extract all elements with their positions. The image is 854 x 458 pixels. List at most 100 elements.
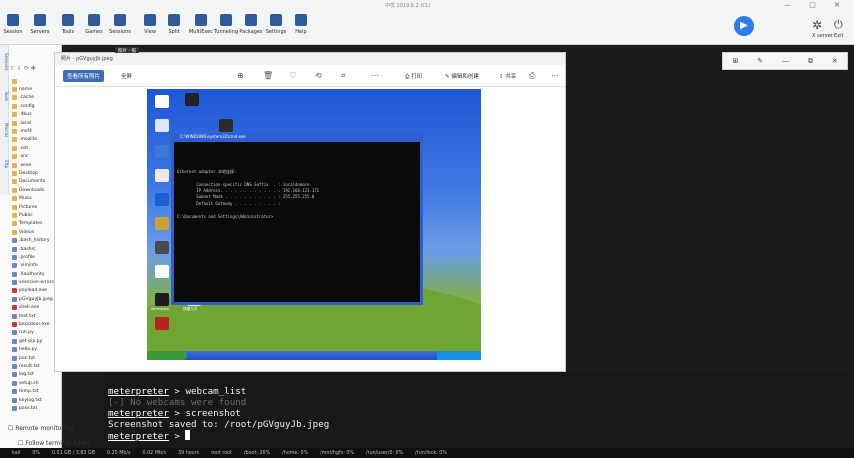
viewer-toolbar: 查看所有照片 全屏 ⊕ 🗑 ♡ ⟲ ⌗ ⋯ ⎙ 打印 ✎ 编辑和创建 ⇪ 共享 … xyxy=(55,65,565,87)
file-name: shell.exe xyxy=(19,305,40,311)
print-button[interactable]: ⎙ 打印 xyxy=(405,72,422,81)
xp-start-button[interactable] xyxy=(147,351,187,360)
terminal-command: > webcam_list xyxy=(168,386,247,397)
cmd-window: C:\WINDOWS\system32\cmd.exe Ethernet ada… xyxy=(171,133,423,305)
more-icon[interactable]: ⋯ xyxy=(371,71,379,80)
file-name: .dbus xyxy=(19,112,32,118)
desktop-icon-ie[interactable] xyxy=(155,193,169,206)
toolbar-button-label: Tools xyxy=(61,29,75,35)
toolbar-button-tools[interactable]: Tools xyxy=(55,14,81,35)
desktop-icon-ftp[interactable] xyxy=(155,317,169,330)
delete-icon[interactable]: 🗑 xyxy=(263,71,273,80)
tab-macros[interactable]: Macros xyxy=(0,119,9,141)
cmd-line: C:\Documents and Settings\Administrator> xyxy=(177,213,274,219)
file-icon xyxy=(12,246,17,252)
file-name: .cache xyxy=(19,95,35,101)
file-name: .vnc xyxy=(19,154,29,160)
file-list-item[interactable]: pass.txt xyxy=(12,404,62,412)
toolbar-button-settings[interactable]: Settings xyxy=(263,14,289,35)
desktop-icon-folder[interactable] xyxy=(155,217,169,230)
share-label: 共享 xyxy=(505,74,517,80)
tab-tools[interactable]: Tools xyxy=(0,85,9,107)
print-icon[interactable]: ⎙ xyxy=(529,71,535,81)
file-name: run.py xyxy=(19,330,34,336)
favorite-icon[interactable]: ♡ xyxy=(289,71,296,80)
terminal-prompt: meterpreter xyxy=(108,386,169,397)
file-list-item[interactable]: keylog.txt xyxy=(12,396,62,404)
toolbar-button-servers[interactable]: Servers xyxy=(27,14,53,35)
follow-terminal-folder-checkbox[interactable]: ☐ Follow terminal folder xyxy=(18,440,90,447)
desktop-icon-recycle[interactable] xyxy=(155,169,169,182)
desktop-icon-wireshark[interactable] xyxy=(155,293,169,306)
toolbar-button-tunneling[interactable]: Tunneling xyxy=(213,14,239,35)
desktop-icon-documents[interactable] xyxy=(155,95,169,108)
file-name: test.txt xyxy=(19,313,36,319)
desktop-icon-qq[interactable] xyxy=(185,93,199,106)
edit-icon[interactable]: ✎ xyxy=(757,57,763,65)
follow-terminal-folder-label: Follow terminal folder xyxy=(25,440,91,447)
toolbar-button-help[interactable]: Help xyxy=(288,14,314,35)
fullscreen-button[interactable]: 全屏 xyxy=(121,72,132,80)
file-icon xyxy=(12,263,17,269)
copy-icon[interactable]: ⧉ xyxy=(808,57,813,66)
zoom-icon[interactable]: ⊕ xyxy=(237,71,244,80)
file-name: poc.txt xyxy=(19,355,36,361)
folder-icon xyxy=(12,145,17,151)
toolbar-button-split[interactable]: Split xyxy=(161,14,187,35)
folder-icon xyxy=(12,212,17,218)
file-name: pGVguyJb.jpeg xyxy=(19,296,53,302)
tab-sftp[interactable]: Sftp xyxy=(0,153,9,175)
file-name: Documents xyxy=(19,179,46,185)
terminal[interactable]: meterpreter > webcam_list [-] No webcams … xyxy=(104,372,854,448)
tab-sessions[interactable]: Sessions xyxy=(0,51,9,73)
folder-icon xyxy=(12,196,17,202)
file-name: .local xyxy=(19,120,32,126)
xserver-icon[interactable]: ▶ xyxy=(734,16,754,36)
minus-icon[interactable]: — xyxy=(782,57,789,65)
toolbar-button-session[interactable]: Session xyxy=(0,14,26,35)
file-name: Pictures xyxy=(19,204,38,210)
window-controls[interactable]: — □ ✕ xyxy=(784,1,848,9)
crop-icon[interactable]: ⌗ xyxy=(341,71,346,81)
file-list-item[interactable]: temp.txt xyxy=(12,387,62,395)
file-name: name xyxy=(19,87,33,93)
toolbar-button-view[interactable]: View xyxy=(137,14,163,35)
remote-monitoring-checkbox[interactable]: ☐ Remote monitoring xyxy=(8,425,73,432)
desktop-icon-file[interactable] xyxy=(155,265,169,278)
desktop-icon-network[interactable] xyxy=(155,145,169,158)
file-icon xyxy=(12,363,17,369)
xserver-button-icon[interactable]: ✲ xyxy=(812,18,826,32)
desktop-icon-app[interactable] xyxy=(155,241,169,254)
toolbar-button-packages[interactable]: Packages xyxy=(238,14,264,35)
rotate-icon[interactable]: ⟲ xyxy=(315,71,322,80)
pin-icon[interactable]: ⊞ xyxy=(732,57,738,65)
desktop-icon-computer[interactable] xyxy=(155,119,169,132)
file-list-item[interactable]: setup.sh xyxy=(12,379,62,387)
file-name: .viminfo xyxy=(19,263,38,269)
floating-toolbar[interactable]: ⊞ ✎ — ⧉ ✕ xyxy=(722,52,848,70)
file-name: log.txt xyxy=(19,372,34,378)
file-name: hello.py xyxy=(19,347,38,353)
file-icon xyxy=(12,355,17,361)
toolbar-button-label: Tunneling xyxy=(214,29,238,35)
cmd-output: Ethernet adapter 本地连接: Connection-specif… xyxy=(177,156,319,220)
toolbar-button-multiexec[interactable]: MultiExec xyxy=(188,14,214,35)
toolbar-button-label: Packages xyxy=(239,29,263,35)
see-all-photos-button[interactable]: 查看所有照片 xyxy=(63,70,105,82)
viewer-more-icon[interactable]: ⋯ xyxy=(551,71,559,80)
exit-icon[interactable]: ⏻ xyxy=(834,18,848,32)
terminal-output: [-] No webcams were found xyxy=(108,397,247,408)
terminal-line: meterpreter > xyxy=(108,430,854,442)
edit-create-button[interactable]: ✎ 编辑和创建 xyxy=(445,72,479,80)
toolbar-button-label: View xyxy=(144,29,156,35)
close-icon[interactable]: ✕ xyxy=(832,57,838,65)
share-button[interactable]: ⇪ 共享 xyxy=(499,72,516,80)
folder-icon xyxy=(12,129,17,135)
desktop-icon-tool[interactable] xyxy=(219,119,233,132)
toolbar-button-sessions[interactable]: Sessions xyxy=(107,14,133,35)
photo-viewer-window: 照片 - 照 照片 - pGVguyJb.jpeg 查看所有照片 全屏 ⊕ 🗑 … xyxy=(54,47,566,372)
toolbar-button-games[interactable]: Games xyxy=(81,14,107,35)
file-icon xyxy=(12,280,17,286)
panel-actions[interactable]: ⇧ ⇩ ⟳ ✚ xyxy=(10,65,36,72)
remote-monitoring-label: Remote monitoring xyxy=(15,425,74,432)
